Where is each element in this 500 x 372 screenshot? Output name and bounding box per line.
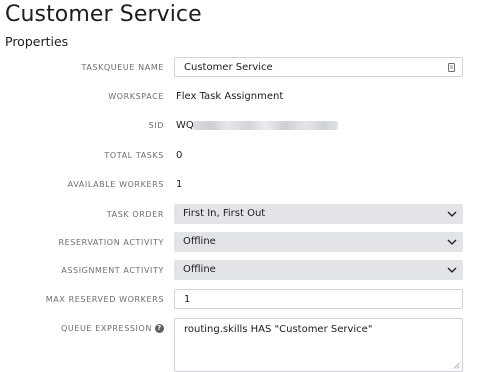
reservation-activity-select[interactable]: Offline — [174, 232, 463, 252]
queue-expression-value: routing.skills HAS "Customer Service" — [184, 324, 373, 335]
max-reserved-workers-input[interactable]: 1 — [174, 289, 463, 309]
queue-expression-textarea[interactable]: routing.skills HAS "Customer Service" — [174, 318, 463, 372]
task-order-label: TASK ORDER — [106, 210, 164, 219]
workspace-value: Flex Task Assignment — [176, 91, 284, 102]
queue-expression-label-wrap: QUEUE EXPRESSION? — [61, 324, 164, 333]
queue-expression-label: QUEUE EXPRESSION — [60, 324, 152, 333]
chevron-down-icon — [447, 211, 457, 217]
sid-redacted — [193, 121, 338, 130]
workspace-label: WORKSPACE — [108, 92, 164, 101]
question-circle-icon[interactable]: ? — [155, 324, 164, 333]
taskqueue-name-label: TASKQUEUE NAME — [81, 63, 164, 72]
available-workers-value: 1 — [176, 179, 183, 190]
total-tasks-label: TOTAL TASKS — [104, 151, 164, 160]
max-reserved-workers-value: 1 — [184, 294, 191, 305]
sid-label: SID — [148, 121, 164, 130]
reservation-activity-label: RESERVATION ACTIVITY — [58, 238, 164, 247]
max-reserved-workers-label: MAX RESERVED WORKERS — [45, 295, 164, 304]
chevron-down-icon — [447, 239, 457, 245]
taskqueue-name-value: Customer Service — [184, 62, 273, 73]
assignment-activity-label: ASSIGNMENT ACTIVITY — [61, 266, 164, 275]
chevron-down-icon — [447, 267, 457, 273]
sid-value: WQ — [176, 120, 194, 131]
assignment-activity-value: Offline — [183, 264, 216, 275]
reservation-activity-value: Offline — [183, 236, 216, 247]
section-title: Properties — [5, 34, 69, 49]
list-icon — [448, 63, 455, 72]
task-order-value: First In, First Out — [183, 208, 266, 219]
total-tasks-value: 0 — [176, 150, 183, 161]
assignment-activity-select[interactable]: Offline — [174, 260, 463, 280]
available-workers-label: AVAILABLE WORKERS — [67, 180, 164, 189]
page-title: Customer Service — [5, 2, 202, 27]
resize-handle-icon[interactable] — [453, 362, 460, 369]
taskqueue-name-input[interactable]: Customer Service — [174, 57, 463, 77]
task-order-select[interactable]: First In, First Out — [174, 204, 463, 224]
